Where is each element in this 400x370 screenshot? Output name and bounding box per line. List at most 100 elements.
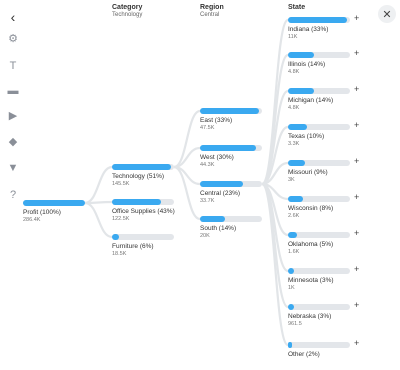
- bar-track: [200, 108, 262, 114]
- bar-fill: [288, 268, 294, 274]
- bar-track: [200, 181, 262, 187]
- bar-fill: [112, 164, 171, 170]
- node-label: Other (2%): [288, 351, 320, 358]
- region-node[interactable]: West (30%) 44.3K: [200, 145, 262, 168]
- root-node-profit[interactable]: Profit (100%) 286.4K: [23, 200, 85, 223]
- bar-track: [288, 342, 350, 348]
- bar-fill: [200, 181, 243, 187]
- node-label: Texas (10%): [288, 133, 325, 140]
- region-node[interactable]: East (33%) 47.5K: [200, 108, 262, 131]
- bar-track: [288, 160, 350, 166]
- node-label: Indiana (33%): [288, 26, 329, 33]
- region-node[interactable]: Central (23%) 33.7K: [200, 181, 262, 204]
- tree-link: [84, 165, 113, 205]
- bar-track: [288, 232, 350, 238]
- node-label: Oklahoma (5%): [288, 241, 334, 248]
- bar-track: [288, 304, 350, 310]
- node-label: Wisconsin (8%): [288, 205, 334, 212]
- tree-link: [84, 200, 113, 205]
- bar-fill: [112, 199, 161, 205]
- expand-plus-icon[interactable]: +: [354, 193, 359, 202]
- node-value: 145.5K: [112, 181, 130, 187]
- state-node[interactable]: Missouri (9%) 3K +: [288, 157, 359, 183]
- node-value: 4.8K: [288, 69, 300, 75]
- state-node[interactable]: Minnesota (3%) 1K +: [288, 265, 359, 291]
- expand-plus-icon[interactable]: +: [354, 339, 359, 348]
- bar-fill: [288, 52, 314, 58]
- bar-track: [112, 164, 174, 170]
- bar-fill: [288, 196, 303, 202]
- bar-fill: [200, 145, 256, 151]
- node-value: 33.7K: [200, 198, 215, 204]
- state-node[interactable]: Michigan (14%) 4.8K +: [288, 85, 359, 111]
- expand-plus-icon[interactable]: +: [354, 121, 359, 130]
- node-value: 11K: [288, 34, 298, 40]
- node-value: 2.6K: [288, 213, 300, 219]
- node-label: East (33%): [200, 117, 233, 124]
- expand-plus-icon[interactable]: +: [354, 85, 359, 94]
- tree-link: [261, 182, 289, 309]
- bar-fill: [200, 108, 259, 114]
- node-label: West (30%): [200, 154, 234, 161]
- node-label: Michigan (14%): [288, 97, 334, 104]
- bar-track: [288, 124, 350, 130]
- expand-plus-icon[interactable]: +: [354, 14, 359, 23]
- node-value: 1.6K: [288, 249, 300, 255]
- bar-track: [200, 145, 262, 151]
- expand-plus-icon[interactable]: +: [354, 229, 359, 238]
- bar-track: [288, 17, 350, 23]
- bar-track: [200, 216, 262, 222]
- bar-track: [288, 88, 350, 94]
- state-node[interactable]: Illinois (14%) 4.8K +: [288, 49, 359, 75]
- bar-track: [112, 199, 174, 205]
- state-node[interactable]: Other (2%) +: [288, 339, 359, 358]
- node-label: Nebraska (3%): [288, 313, 332, 320]
- bar-fill: [288, 88, 314, 94]
- state-node[interactable]: Texas (10%) 3.3K +: [288, 121, 359, 147]
- bar-fill: [288, 17, 347, 23]
- expand-plus-icon[interactable]: +: [354, 301, 359, 310]
- bar-fill: [288, 232, 297, 238]
- node-label: Furniture (6%): [112, 243, 154, 250]
- node-label: Missouri (9%): [288, 169, 328, 176]
- state-node[interactable]: Oklahoma (5%) 1.6K +: [288, 229, 359, 255]
- node-value: 47.5K: [200, 125, 215, 131]
- bar-fill: [288, 342, 292, 348]
- node-value: 1K: [288, 285, 295, 291]
- state-node[interactable]: Nebraska (3%) 961.5 +: [288, 301, 359, 327]
- category-node[interactable]: Furniture (6%) 18.5K: [112, 234, 174, 257]
- bar-track: [288, 196, 350, 202]
- category-node[interactable]: Technology (51%) 145.5K: [112, 164, 174, 187]
- node-value: 20K: [200, 233, 210, 239]
- node-label: Office Supplies (43%): [112, 208, 175, 215]
- region-node[interactable]: South (14%) 20K: [200, 216, 262, 239]
- node-value: 3.3K: [288, 141, 300, 147]
- node-label: Illinois (14%): [288, 61, 326, 68]
- tree-link: [84, 201, 113, 239]
- bar-fill: [23, 200, 85, 206]
- bar-fill: [288, 160, 305, 166]
- node-value: 122.5K: [112, 216, 130, 222]
- node-value: 44.3K: [200, 162, 215, 168]
- node-value: 18.5K: [112, 251, 127, 257]
- bar-track: [288, 268, 350, 274]
- expand-plus-icon[interactable]: +: [354, 49, 359, 58]
- expand-plus-icon[interactable]: +: [354, 265, 359, 274]
- node-value: 4.8K: [288, 105, 300, 111]
- node-value: 961.5: [288, 321, 302, 327]
- bar-track: [112, 234, 174, 240]
- expand-plus-icon[interactable]: +: [354, 157, 359, 166]
- node-label: Central (23%): [200, 190, 241, 197]
- bar-fill: [288, 304, 294, 310]
- category-node[interactable]: Office Supplies (43%) 122.5K: [112, 199, 175, 222]
- state-node[interactable]: Wisconsin (8%) 2.6K +: [288, 193, 359, 219]
- node-label: South (14%): [200, 225, 237, 232]
- bar-fill: [200, 216, 225, 222]
- bar-fill: [112, 234, 119, 240]
- bar-track: [288, 52, 350, 58]
- state-node[interactable]: Indiana (33%) 11K +: [288, 14, 359, 40]
- bar-track: [23, 200, 85, 206]
- bar-fill: [288, 124, 307, 130]
- node-label: Minnesota (3%): [288, 277, 334, 284]
- node-value: 3K: [288, 177, 295, 183]
